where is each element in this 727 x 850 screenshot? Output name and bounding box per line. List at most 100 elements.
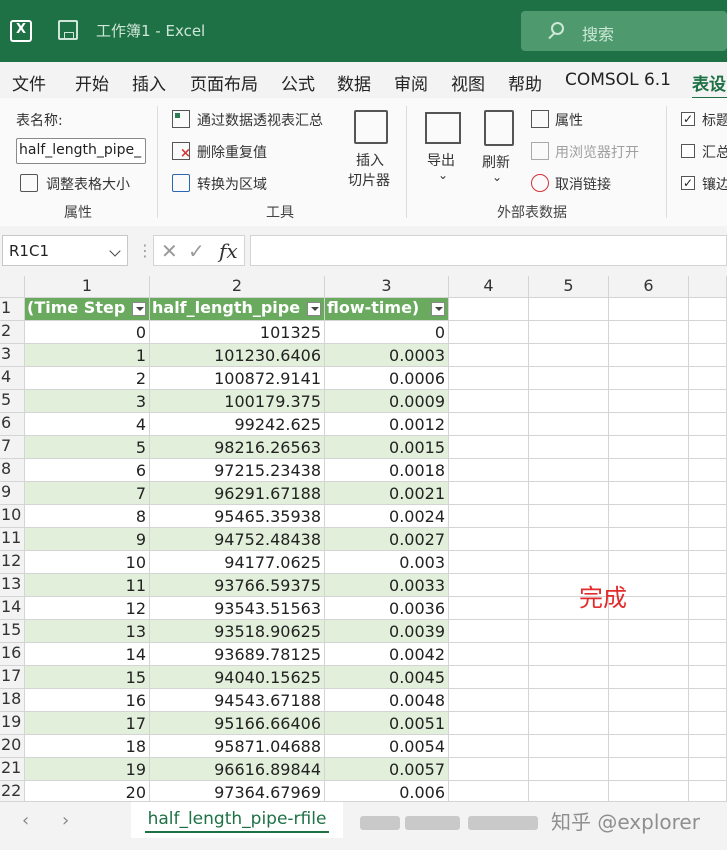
row-header[interactable]: 19	[0, 712, 25, 735]
empty-cell[interactable]	[689, 758, 727, 781]
table-cell[interactable]: 3	[25, 390, 150, 413]
table-cell[interactable]: 95871.04688	[150, 735, 325, 758]
empty-cell[interactable]	[529, 413, 609, 436]
properties-button[interactable]: 属性	[555, 110, 583, 130]
search-box[interactable]: 搜索	[521, 11, 727, 51]
filter-dropdown-icon[interactable]	[307, 302, 321, 316]
table-cell[interactable]: 94040.15625	[150, 666, 325, 689]
tab-review[interactable]: 审阅	[394, 70, 428, 95]
empty-cell[interactable]	[689, 413, 727, 436]
sheet-tab-active[interactable]: half_length_pipe-rfile	[131, 802, 343, 838]
row-header[interactable]: 1	[0, 298, 25, 321]
table-cell[interactable]: 0.006	[325, 781, 449, 801]
empty-cell[interactable]	[609, 689, 689, 712]
table-cell[interactable]: 99242.625	[150, 413, 325, 436]
table-cell[interactable]: 0.0003	[325, 344, 449, 367]
empty-cell[interactable]	[529, 321, 609, 344]
table-cell[interactable]: 1	[25, 344, 150, 367]
empty-cell[interactable]	[449, 620, 529, 643]
table-cell[interactable]: 0.003	[325, 551, 449, 574]
table-cell[interactable]: 17	[25, 712, 150, 735]
empty-cell[interactable]	[449, 666, 529, 689]
row-header[interactable]: 6	[0, 413, 25, 436]
formula-input[interactable]	[250, 235, 727, 266]
unlink-button[interactable]: 取消链接	[555, 174, 611, 194]
table-cell[interactable]: 14	[25, 643, 150, 666]
empty-cell[interactable]	[449, 758, 529, 781]
empty-cell[interactable]	[689, 459, 727, 482]
row-header[interactable]: 21	[0, 758, 25, 781]
row-header[interactable]: 18	[0, 689, 25, 712]
table-cell[interactable]: 9	[25, 528, 150, 551]
empty-cell[interactable]	[529, 781, 609, 801]
empty-cell[interactable]	[609, 413, 689, 436]
table-header-cell[interactable]: half_length_pipe	[150, 298, 325, 321]
table-cell[interactable]: 0	[25, 321, 150, 344]
empty-cell[interactable]	[689, 689, 727, 712]
row-header[interactable]: 9	[0, 482, 25, 505]
empty-cell[interactable]	[609, 620, 689, 643]
empty-cell[interactable]	[609, 712, 689, 735]
function-icon[interactable]: fx	[219, 239, 238, 263]
row-header[interactable]: 11	[0, 528, 25, 551]
empty-cell[interactable]	[449, 482, 529, 505]
table-cell[interactable]: 0.0048	[325, 689, 449, 712]
table-cell[interactable]: 0.0045	[325, 666, 449, 689]
empty-cell[interactable]	[449, 413, 529, 436]
empty-cell[interactable]	[449, 367, 529, 390]
empty-cell[interactable]	[529, 390, 609, 413]
table-cell[interactable]: 95465.35938	[150, 505, 325, 528]
table-cell[interactable]: 0.0027	[325, 528, 449, 551]
table-cell[interactable]: 0.0042	[325, 643, 449, 666]
empty-cell[interactable]	[609, 735, 689, 758]
empty-cell[interactable]	[529, 367, 609, 390]
empty-cell[interactable]	[449, 505, 529, 528]
table-header-cell[interactable]: flow-time)	[325, 298, 449, 321]
empty-cell[interactable]	[609, 482, 689, 505]
empty-cell[interactable]	[449, 298, 529, 321]
table-cell[interactable]: 94543.67188	[150, 689, 325, 712]
empty-cell[interactable]	[529, 505, 609, 528]
empty-cell[interactable]	[529, 712, 609, 735]
slicer-icon[interactable]	[354, 110, 388, 144]
table-cell[interactable]: 100872.9141	[150, 367, 325, 390]
empty-cell[interactable]	[449, 321, 529, 344]
empty-cell[interactable]	[609, 321, 689, 344]
header-row-checkbox[interactable]: ✓	[681, 112, 695, 126]
empty-cell[interactable]	[609, 390, 689, 413]
table-cell[interactable]: 101230.6406	[150, 344, 325, 367]
row-header[interactable]: 4	[0, 367, 25, 390]
table-cell[interactable]: 16	[25, 689, 150, 712]
empty-cell[interactable]	[449, 459, 529, 482]
table-cell[interactable]: 0.0012	[325, 413, 449, 436]
empty-cell[interactable]	[689, 436, 727, 459]
row-header[interactable]: 17	[0, 666, 25, 689]
row-header[interactable]: 3	[0, 344, 25, 367]
empty-cell[interactable]	[529, 459, 609, 482]
tab-data[interactable]: 数据	[337, 70, 371, 95]
tab-view[interactable]: 视图	[451, 70, 485, 95]
empty-cell[interactable]	[689, 781, 727, 801]
resize-table-button[interactable]: 调整表格大小	[46, 174, 130, 194]
empty-cell[interactable]	[529, 758, 609, 781]
column-header[interactable]: 1	[25, 276, 150, 298]
empty-cell[interactable]	[449, 712, 529, 735]
empty-cell[interactable]	[449, 781, 529, 801]
empty-cell[interactable]	[689, 574, 727, 597]
empty-cell[interactable]	[449, 689, 529, 712]
empty-cell[interactable]	[689, 528, 727, 551]
row-header[interactable]: 22	[0, 781, 25, 801]
table-cell[interactable]: 0.0021	[325, 482, 449, 505]
table-cell[interactable]: 0.0057	[325, 758, 449, 781]
table-cell[interactable]: 93543.51563	[150, 597, 325, 620]
row-header[interactable]: 7	[0, 436, 25, 459]
name-box[interactable]: R1C1	[2, 235, 128, 266]
empty-cell[interactable]	[689, 597, 727, 620]
table-cell[interactable]: 7	[25, 482, 150, 505]
empty-cell[interactable]	[609, 781, 689, 801]
table-cell[interactable]: 95166.66406	[150, 712, 325, 735]
tab-home[interactable]: 开始	[75, 70, 109, 95]
column-header[interactable]: 3	[325, 276, 449, 298]
empty-cell[interactable]	[529, 298, 609, 321]
chevron-down-icon[interactable]: ⌄	[438, 168, 448, 182]
